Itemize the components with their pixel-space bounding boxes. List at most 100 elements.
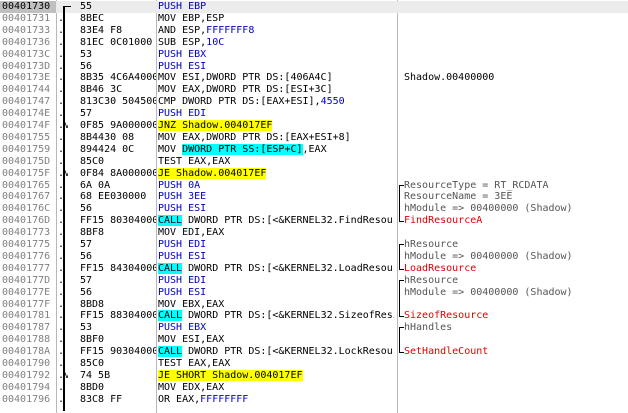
disasm-token: PUSH ESI	[158, 203, 207, 215]
instruction-row[interactable]: 0040173E. 8B35 4C6A4000 MOV ESI,DWORD PTR …	[0, 72, 628, 84]
instruction-row[interactable]: 00401796. 83C8 FF OR EAX,FFFFFFFF	[0, 394, 628, 406]
disassembly-cell: MOV EAX,DWORD PTR DS:[ESI+3C]	[158, 84, 394, 96]
comment-cell	[404, 37, 628, 49]
instruction-row[interactable]: 00401792.v74 5BJE SHORT Shadow.004017EF	[0, 369, 628, 382]
instruction-row[interactable]: 00401767. 68 EE030000 PUSH 3EE ResourceName…	[0, 191, 628, 203]
disasm-token: PUSH EDI	[158, 239, 207, 250]
disasm-token: PUSH ESI	[158, 60, 207, 72]
disassembly-cell: PUSH ESI	[158, 287, 394, 299]
instruction-row[interactable]: 0040173D. 56 PUSH ESI	[0, 61, 628, 73]
comment-cell	[404, 156, 628, 168]
disassembly-cell: CMP DWORD PTR DS:[EAX+ESI],4550	[158, 96, 394, 108]
disassembly-cell: MOV EDX,EAX	[158, 382, 394, 394]
instruction-row[interactable]: 0040175F.v0F84 8A000000JE Shadow.004017E…	[0, 167, 628, 180]
disasm-token: MOV EAX,DWORD PTR DS:[EAX+ESI+8]	[158, 131, 351, 143]
hex-bytes-cell: 85C0	[80, 358, 105, 369]
instruction-row[interactable]: 00401730 55 PUSH EBP	[0, 1, 628, 13]
disassembly-cell: PUSH EDI	[158, 239, 394, 251]
hex-bytes-cell: 0F84 8A000000	[80, 167, 156, 179]
instruction-row[interactable]: 00401794. 8BD0 MOV EDX,EAX	[0, 382, 628, 394]
hex-bytes-cell: 56	[80, 250, 93, 262]
address-cell: 0040173D	[2, 60, 51, 72]
comment-cell	[404, 394, 628, 406]
instruction-row[interactable]: 00401781. FF15 88304000 CALL DWORD PTR DS:…	[0, 310, 628, 322]
comment-cell: ResourceType = RT_RCDATA	[404, 179, 549, 191]
address-cell: 00401796	[2, 393, 51, 405]
comment-cell: FindResourceA	[404, 215, 483, 227]
comment-cell: hResource	[404, 274, 459, 286]
instruction-row[interactable]: 0040176D. FF15 80304000 CALL DWORD PTR DS:…	[0, 215, 628, 227]
disasm-token: PUSH 3EE	[158, 191, 207, 203]
disasm-token: TEST EAX,EAX	[158, 155, 231, 167]
instruction-row[interactable]: 0040173C. 53 PUSH EBX	[0, 49, 628, 61]
address-cell: 00401794	[2, 381, 51, 393]
instruction-row[interactable]: 0040177E. 56 PUSH ESI hModule => 00400000 (…	[0, 287, 628, 299]
disassembly-cell: MOV DWORD PTR SS:[ESP+C],EAX	[158, 143, 394, 156]
comment-cell: Shadow.00400000	[404, 72, 495, 84]
hex-bytes-cell: 57	[80, 274, 93, 286]
comment-cell: SetHandleCount	[404, 346, 489, 358]
disassembly-cell: PUSH ESI	[158, 251, 394, 263]
instruction-row[interactable]: 00401777. FF15 84304000 CALL DWORD PTR DS:…	[0, 262, 628, 275]
instruction-row[interactable]: 00401744. 8B46 3C MOV EAX,DWORD PTR DS:[ES…	[0, 84, 628, 96]
call-argument-brace	[399, 279, 404, 318]
instruction-row[interactable]: 0040177F. 8BD8 MOV EBX,EAX	[0, 299, 628, 311]
comment-cell	[404, 49, 628, 61]
disasm-token: FFFFFFF8	[206, 24, 255, 36]
disassembly-cell: TEST EAX,EAX	[158, 156, 394, 168]
hex-bytes-cell: 83C8 FF	[80, 393, 123, 405]
hex-bytes-cell: 85C0	[80, 155, 105, 167]
instruction-row[interactable]: 0040174F.v0F85 9A000000JNZ Shadow.004017…	[0, 120, 628, 132]
instruction-row[interactable]: 0040178A. FF15 90304000 CALL DWORD PTR DS:…	[0, 346, 628, 358]
instruction-row[interactable]: 00401790. 85C0 TEST EAX,EAX	[0, 358, 628, 370]
disasm-token: MOV EBP,ESP	[158, 12, 225, 24]
instruction-row[interactable]: 0040174E. 57 PUSH EDI	[0, 108, 628, 120]
instruction-row[interactable]: 0040176C. 56 PUSH ESI hModule => 00400000 (…	[0, 203, 628, 215]
disasm-token: PUSH 0A	[158, 179, 201, 191]
instruction-row[interactable]: 00401775. 57 PUSH EDI hResource	[0, 239, 628, 251]
disasm-token: TEST EAX,EAX	[158, 358, 231, 369]
disasm-token: PUSH ESI	[158, 286, 207, 298]
instruction-row[interactable]: 00401755. 8B4430 08 MOV EAX,DWORD PTR DS:[…	[0, 132, 628, 144]
hex-bytes-cell: 8BD8	[80, 298, 105, 310]
comment-cell	[404, 13, 628, 25]
comment-cell	[404, 144, 628, 156]
disassembly-cell: CALL DWORD PTR DS:[<&KERNEL32.FindResour	[158, 215, 394, 227]
disasm-token: MOV EDX,EAX	[158, 381, 225, 393]
disasm-token: MOV EDI,EAX	[158, 227, 225, 239]
instruction-row[interactable]: 00401736. 81EC 0C01000 SUB ESP,10C	[0, 37, 628, 49]
disasm-token: PUSH EBX	[158, 322, 207, 334]
hex-bytes-cell: FF15 84304000	[80, 262, 156, 274]
hex-bytes-cell: 8BF0	[80, 334, 105, 346]
hex-bytes-cell: 57	[80, 239, 93, 250]
comment-cell: hModule => 00400000 (Shadow)	[404, 203, 573, 215]
address-cell: 00401733	[2, 24, 51, 36]
address-cell: 00401788	[2, 334, 51, 346]
instruction-row[interactable]: 00401733. 83E4 F8 AND ESP,FFFFFFF8	[0, 25, 628, 37]
disassembly-pane[interactable]: 00401730 55 PUSH EBP 00401731. 8BEC MOV EBP,E…	[0, 0, 628, 413]
hex-bytes-cell: 8BD0	[80, 381, 105, 393]
instruction-row[interactable]: 00401776. 56 PUSH ESI hModule => 00400000 (…	[0, 251, 628, 263]
instruction-row[interactable]: 0040175D. 85C0 TEST EAX,EAX	[0, 156, 628, 168]
instruction-row[interactable]: 00401788. 8BF0 MOV ESI,EAX	[0, 334, 628, 346]
address-cell: 0040174E	[2, 108, 51, 120]
instruction-row[interactable]: 00401759. 894424 0C MOV DWORD PTR SS:[ESP+…	[0, 143, 628, 156]
disassembly-cell: AND ESP,FFFFFFF8	[158, 25, 394, 37]
disasm-token: DWORD PTR SS:[ESP+C]	[182, 143, 303, 155]
instruction-row[interactable]: 00401747. 813C30 504500 CMP DWORD PTR DS:[…	[0, 96, 628, 108]
instruction-row[interactable]: 0040177D. 57 PUSH EDI hResource	[0, 275, 628, 287]
instruction-row[interactable]: 00401773. 8BF8 MOV EDI,EAX	[0, 227, 628, 239]
disasm-token: JE Shadow.004017EF	[158, 167, 267, 179]
address-cell: 00401767	[2, 191, 51, 203]
address-cell: 00401736	[2, 36, 51, 48]
hex-bytes-cell: 83E4 F8	[80, 24, 123, 36]
address-cell: 0040176D	[2, 215, 51, 227]
disassembly-cell: MOV EBP,ESP	[158, 13, 394, 25]
instruction-row[interactable]: 00401731. 8BEC MOV EBP,ESP	[0, 13, 628, 25]
instruction-row[interactable]: 00401787. 53 PUSH EBX hHandles	[0, 322, 628, 334]
comment-cell	[404, 25, 628, 37]
disassembly-cell: MOV EBX,EAX	[158, 299, 394, 311]
instruction-row[interactable]: 00401765. 6A 0A PUSH 0A ResourceType = RT_R…	[0, 180, 628, 192]
call-argument-brace	[399, 184, 404, 223]
disassembly-cell: OR EAX,FFFFFFFF	[158, 394, 394, 406]
